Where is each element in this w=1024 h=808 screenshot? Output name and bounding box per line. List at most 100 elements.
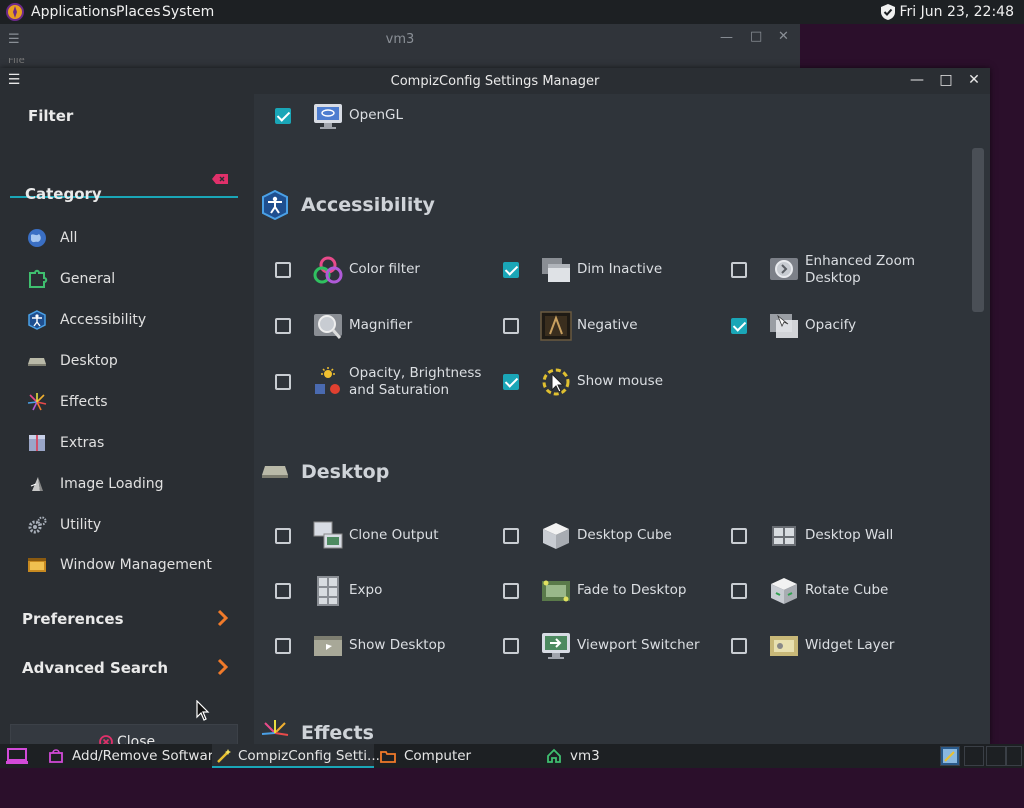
- plugin-checkbox[interactable]: [503, 374, 519, 390]
- chevron-right-icon: [217, 658, 228, 676]
- scrollbar-thumb[interactable]: [972, 148, 984, 312]
- plugin-checkbox[interactable]: [503, 638, 519, 654]
- minimize-icon[interactable]: —: [720, 30, 733, 45]
- desktop-icon: [262, 466, 288, 478]
- ccsm-window: ☰ CompizConfig Settings Manager — □ ✕ Fi…: [0, 68, 990, 760]
- preferences-row[interactable]: Preferences: [22, 606, 228, 632]
- maximize-icon[interactable]: □: [937, 71, 955, 89]
- plugin-label: Show mouse: [577, 373, 664, 389]
- clone-output-icon: [313, 521, 343, 549]
- shield-icon[interactable]: [879, 3, 897, 21]
- plugin-checkbox[interactable]: [275, 638, 291, 654]
- category-accessibility[interactable]: Accessibility: [26, 307, 236, 333]
- task-add-remove-software[interactable]: Add/Remove Software: [48, 744, 221, 768]
- show-desktop-icon[interactable]: [6, 747, 28, 765]
- close-icon[interactable]: ✕: [778, 29, 789, 44]
- plugin-checkbox[interactable]: [731, 583, 747, 599]
- plugin-checkbox[interactable]: [275, 583, 291, 599]
- plugin-checkbox[interactable]: [731, 528, 747, 544]
- negative-icon: [540, 311, 572, 341]
- clock[interactable]: Fri Jun 23, 22:48: [899, 4, 1014, 20]
- task-label: vm3: [570, 748, 600, 764]
- plugin-opacify: Opacify: [710, 304, 930, 348]
- plugin-show-mouse: Show mouse: [482, 360, 702, 404]
- plugin-label: Expo: [349, 582, 383, 598]
- minimize-icon[interactable]: —: [908, 71, 926, 89]
- plugin-rotate-cube: Rotate Cube: [710, 569, 930, 613]
- desktop-icon: [28, 358, 46, 366]
- task-compizconfig[interactable]: CompizConfig Setti...: [212, 744, 380, 768]
- category-window-management[interactable]: Window Management: [26, 552, 236, 578]
- plugin-label: Opacity, Brightness and Saturation: [349, 365, 482, 398]
- plugin-checkbox[interactable]: [275, 318, 291, 334]
- distro-logo-icon[interactable]: [6, 3, 24, 21]
- plugin-expo: Expo: [254, 569, 474, 613]
- plugin-checkbox[interactable]: [503, 583, 519, 599]
- filter-label: Filter: [28, 107, 74, 125]
- category-extras[interactable]: Extras: [26, 430, 236, 456]
- window-title: CompizConfig Settings Manager: [390, 74, 600, 89]
- plugin-checkbox[interactable]: [731, 262, 747, 278]
- plugin-checkbox[interactable]: [275, 528, 291, 544]
- task-computer[interactable]: Computer: [380, 744, 490, 768]
- menu-system[interactable]: System: [162, 4, 214, 20]
- plugin-widget-layer: Widget Layer: [710, 624, 930, 668]
- workspace-1[interactable]: [940, 746, 960, 766]
- plugin-label: Dim Inactive: [577, 261, 663, 277]
- category-effects[interactable]: Effects: [26, 389, 236, 415]
- plugin-checkbox[interactable]: [503, 318, 519, 334]
- menu-applications[interactable]: Applications: [31, 4, 117, 20]
- task-label: Add/Remove Software: [72, 748, 222, 764]
- rotate-cube-icon: [771, 578, 797, 604]
- category-desktop[interactable]: Desktop: [26, 348, 236, 374]
- workspace-preview-icon: [943, 749, 957, 763]
- category-utility[interactable]: Utility: [26, 512, 236, 538]
- globe-icon: [28, 229, 46, 247]
- close-icon[interactable]: ✕: [965, 71, 983, 89]
- workspace-2[interactable]: [964, 746, 984, 766]
- plugin-checkbox[interactable]: [275, 262, 291, 278]
- show-mouse-icon: [542, 368, 570, 396]
- menu-places[interactable]: Places: [116, 4, 161, 20]
- plugin-label: Desktop Cube: [577, 527, 672, 543]
- plugin-label: Widget Layer: [805, 637, 895, 653]
- clear-text-icon[interactable]: [212, 174, 228, 184]
- workspace-4[interactable]: [1006, 746, 1022, 766]
- plugin-dim-inactive: Dim Inactive: [482, 248, 702, 292]
- category-label-accessibility: Accessibility: [60, 312, 147, 328]
- plugin-checkbox[interactable]: [503, 528, 519, 544]
- category-label-effects: Effects: [60, 394, 108, 410]
- task-label: CompizConfig Setti...: [238, 748, 380, 764]
- workspace-3[interactable]: [986, 746, 1006, 766]
- maximize-icon[interactable]: □: [750, 29, 762, 44]
- category-image-loading[interactable]: Image Loading: [26, 471, 236, 497]
- section-title-effects: Effects: [301, 722, 374, 744]
- plugin-label: Magnifier: [349, 317, 413, 333]
- category-general[interactable]: General: [26, 266, 236, 292]
- advanced-search-row[interactable]: Advanced Search: [22, 655, 228, 681]
- taskbar: Add/Remove Software CompizConfig Setti..…: [0, 744, 1024, 768]
- folder-icon: [380, 751, 396, 763]
- expo-icon: [317, 576, 339, 606]
- task-vm3[interactable]: vm3: [546, 744, 626, 768]
- plugin-show-desktop: Show Desktop: [254, 624, 474, 668]
- category-label-image-loading: Image Loading: [60, 476, 164, 492]
- plugin-checkbox[interactable]: [275, 108, 291, 124]
- plugin-viewport-switcher: Viewport Switcher: [482, 624, 702, 668]
- plugin-checkbox[interactable]: [275, 374, 291, 390]
- magnifier-icon: [314, 314, 342, 339]
- background-window[interactable]: ☰ vm3 — □ ✕ File: [0, 24, 800, 68]
- plugin-checkbox[interactable]: [731, 638, 747, 654]
- plugin-label: OpenGL: [349, 107, 404, 123]
- section-title-accessibility: Accessibility: [301, 194, 435, 216]
- category-label-general: General: [60, 271, 116, 287]
- plugin-checkbox[interactable]: [731, 318, 747, 334]
- background-window-title: vm3: [385, 32, 415, 47]
- fireworks-icon: [27, 393, 47, 411]
- titlebar[interactable]: ☰ CompizConfig Settings Manager — □ ✕: [0, 68, 990, 94]
- package-icon: [49, 749, 63, 763]
- category-label: Category: [25, 185, 102, 203]
- plugin-checkbox[interactable]: [503, 262, 519, 278]
- category-all[interactable]: All: [26, 225, 236, 251]
- accessibility-icon: [262, 190, 288, 220]
